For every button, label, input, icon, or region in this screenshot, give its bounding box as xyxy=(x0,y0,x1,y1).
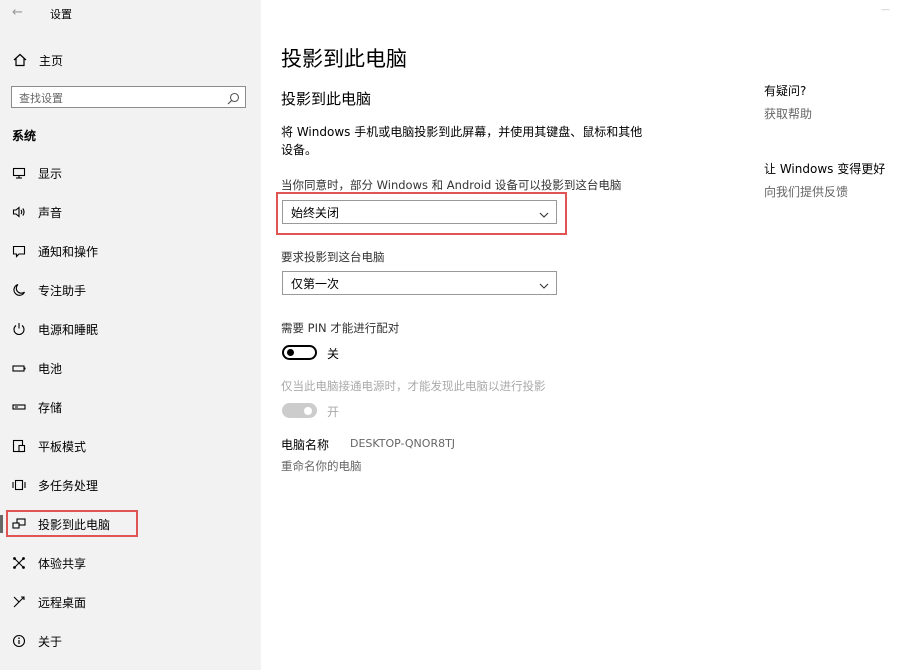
pin-toggle-state: 关 xyxy=(327,347,340,361)
sidebar-item-label: 体验共享 xyxy=(38,556,87,571)
feedback-heading: 让 Windows 变得更好 xyxy=(764,162,886,176)
sidebar-item-storage[interactable]: 存储 xyxy=(0,394,261,420)
availability-label: 当你同意时，部分 Windows 和 Android 设备可以投影到这台电脑 xyxy=(281,178,622,192)
search-input[interactable] xyxy=(12,88,219,109)
sidebar-item-label: 平板模式 xyxy=(38,439,87,454)
home-label: 主页 xyxy=(39,53,64,68)
feedback-link[interactable]: 向我们提供反馈 xyxy=(764,183,848,200)
toggle-knob xyxy=(304,407,312,415)
sidebar-item-label: 显示 xyxy=(38,166,63,181)
dropdown-value: 始终关闭 xyxy=(291,205,340,220)
toggle-knob xyxy=(287,349,294,356)
monitor-icon xyxy=(11,166,27,180)
back-arrow-icon[interactable]: ← xyxy=(12,5,23,20)
home-icon xyxy=(12,53,28,67)
storage-icon xyxy=(11,400,27,414)
sidebar-item-sound[interactable]: 声音 xyxy=(0,199,261,225)
sidebar-item-label: 声音 xyxy=(38,205,63,220)
dropdown-value: 仅第一次 xyxy=(291,276,340,291)
sidebar-item-power-sleep[interactable]: 电源和睡眠 xyxy=(0,316,261,342)
get-help-link[interactable]: 获取帮助 xyxy=(764,105,812,122)
ask-label: 要求投影到这台电脑 xyxy=(281,250,385,264)
project-icon xyxy=(11,517,27,531)
main-content: — 投影到此电脑 投影到此电脑 将 Windows 手机或电脑投影到此屏幕，并使… xyxy=(261,0,900,670)
moon-icon xyxy=(11,283,27,297)
ask-dropdown[interactable]: 仅第一次 xyxy=(282,271,557,295)
sidebar-item-shared-experiences[interactable]: 体验共享 xyxy=(0,550,261,576)
pc-name-value: DESKTOP-QNOR8TJ xyxy=(350,437,456,450)
section-title: 投影到此电脑 xyxy=(281,90,372,108)
sidebar-item-label: 通知和操作 xyxy=(38,244,99,259)
share-icon xyxy=(11,556,27,570)
sidebar-item-display[interactable]: 显示 xyxy=(0,160,261,186)
availability-dropdown[interactable]: 始终关闭 xyxy=(282,200,557,224)
chevron-down-icon xyxy=(538,277,550,296)
sidebar-item-focus-assist[interactable]: 专注助手 xyxy=(0,277,261,303)
tablet-icon xyxy=(11,439,27,453)
page-title: 投影到此电脑 xyxy=(281,47,407,71)
sidebar-item-remote-desktop[interactable]: 远程桌面 xyxy=(0,589,261,615)
sidebar-item-projecting[interactable]: 投影到此电脑 xyxy=(0,511,261,537)
pc-name-label: 电脑名称 xyxy=(281,438,330,452)
sidebar-item-multitasking[interactable]: 多任务处理 xyxy=(0,472,261,498)
sidebar: ← 设置 主页 系统 显示 声音 通知和操作 专注助手 电源和睡眠 电池 xyxy=(0,0,261,670)
multitask-icon xyxy=(11,478,27,492)
info-icon xyxy=(11,634,27,648)
description: 将 Windows 手机或电脑投影到此屏幕，并使用其键盘、鼠标和其他设备。 xyxy=(281,125,643,157)
power-toggle-state: 开 xyxy=(327,405,340,419)
minimize-icon[interactable]: — xyxy=(881,5,890,15)
power-icon xyxy=(11,322,27,336)
sidebar-item-label: 存储 xyxy=(38,400,63,415)
sidebar-item-label: 投影到此电脑 xyxy=(38,517,111,532)
help-heading: 有疑问? xyxy=(764,84,807,98)
sidebar-item-notifications[interactable]: 通知和操作 xyxy=(0,238,261,264)
power-label: 仅当此电脑接通电源时，才能发现此电脑以进行投影 xyxy=(281,379,546,393)
pin-label: 需要 PIN 才能进行配对 xyxy=(281,321,400,335)
power-toggle[interactable] xyxy=(282,403,317,418)
search-icon[interactable] xyxy=(227,90,240,109)
sidebar-item-label: 电源和睡眠 xyxy=(38,322,99,337)
battery-icon xyxy=(11,361,27,375)
sidebar-item-label: 远程桌面 xyxy=(38,595,87,610)
sidebar-item-tablet-mode[interactable]: 平板模式 xyxy=(0,433,261,459)
remote-desktop-icon xyxy=(11,595,27,609)
speaker-icon xyxy=(11,205,27,219)
settings-search[interactable] xyxy=(11,86,246,109)
sidebar-item-label: 关于 xyxy=(38,634,63,649)
title-bar: ← 设置 xyxy=(0,0,261,28)
sidebar-item-label: 专注助手 xyxy=(38,283,87,298)
rename-pc-link[interactable]: 重命名你的电脑 xyxy=(281,458,362,474)
section-heading: 系统 xyxy=(12,129,37,143)
sidebar-home[interactable]: 主页 xyxy=(12,50,63,70)
notification-icon xyxy=(11,244,27,258)
chevron-down-icon xyxy=(538,206,550,225)
pin-toggle[interactable] xyxy=(282,345,317,360)
app-title: 设置 xyxy=(50,8,72,21)
sidebar-item-battery[interactable]: 电池 xyxy=(0,355,261,381)
sidebar-item-label: 电池 xyxy=(38,361,63,376)
sidebar-item-label: 多任务处理 xyxy=(38,478,99,493)
sidebar-item-about[interactable]: 关于 xyxy=(0,628,261,654)
